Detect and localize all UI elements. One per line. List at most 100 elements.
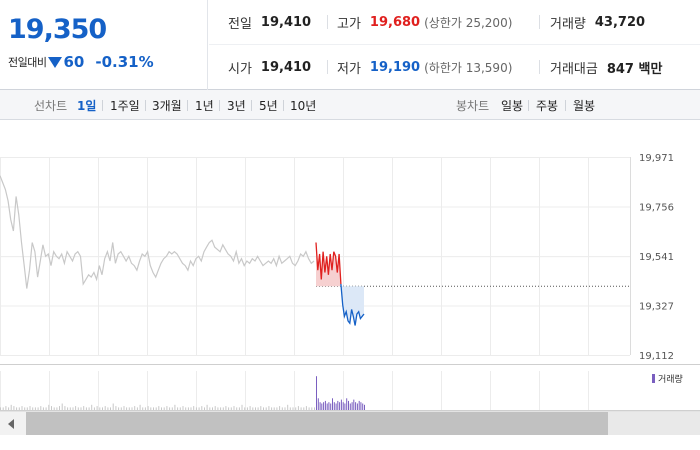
scroll-track[interactable] [608,412,700,435]
volume-bar-today [330,403,332,410]
volume-bar [193,406,195,410]
prev-close: 전일 19,410 [228,13,311,32]
prev-close-value: 19,410 [260,14,312,30]
volume-bar [37,407,39,410]
volume-bar [24,407,26,410]
chart-scrollbar[interactable] [0,411,700,435]
volume-bar [174,404,176,410]
divider [539,60,540,74]
period-3m[interactable]: 3개월 [152,97,182,114]
volume-bar [214,406,216,410]
period-1d[interactable]: 1일 [77,97,96,114]
volume-bar [241,404,243,410]
volume-bar-today [321,403,323,410]
low-label: 저가 [337,62,361,77]
volume-bar [45,407,47,410]
volume-bar [257,407,259,410]
volume-bar [225,406,227,410]
volume-bar [56,407,58,410]
volume-bar [161,407,162,410]
volume-bar [220,407,222,410]
open: 시가 19,410 [228,58,311,77]
volume-bar [263,407,264,410]
volume-bar [29,406,31,410]
volume-bar [295,407,297,410]
volume-bar [246,407,248,410]
volume-bar [166,406,168,410]
volume-bar [308,407,310,410]
volume-bar [142,407,144,410]
divider [283,100,284,111]
volume-bar [190,407,192,410]
candle-daily[interactable]: 일봉 [501,97,523,114]
volume-bar [236,407,238,410]
volume-bar-today [349,403,351,410]
volume-bar-today [316,376,317,410]
volume-bar [61,403,63,410]
volume-bar [297,406,299,410]
period-1w[interactable]: 1주일 [110,97,140,114]
quote-header: 19,350 전일대비 60 -0.31% 전일 19,410 고가 19,68… [0,0,700,90]
change-row: 전일대비 60 -0.31% [8,53,154,71]
volume-bar [182,406,184,410]
volume-bar-today [360,402,362,410]
candle-weekly[interactable]: 주봉 [536,97,558,114]
period-1y[interactable]: 1년 [195,97,214,114]
prev-close-label: 전일 [228,16,252,32]
volume-bar [206,404,208,410]
volume-bar [48,404,50,410]
volume-bar [303,407,305,410]
change-value: 60 [63,53,85,71]
price-chart: 19,971 19,756 19,541 19,327 19,112 거래량 [0,153,700,411]
divider [251,100,252,111]
upper-limit: (상한가 25,200) [424,15,513,30]
volume-bar [18,407,20,410]
period-5y[interactable]: 5년 [259,97,278,114]
volume-bar-today [326,403,328,410]
period-10y[interactable]: 10년 [290,97,316,114]
volume-bar [255,407,256,410]
volume-bar-today [344,403,346,410]
open-label: 시가 [228,62,252,77]
volume-bar [8,407,10,410]
volume-bar-today [337,400,339,410]
volume-bar [120,407,122,410]
volume-bar [177,407,179,410]
volume-bar [75,406,77,410]
volume-bar [311,407,313,410]
volume-bar [53,407,55,410]
volume-bar [144,407,146,410]
volume-bar [305,406,307,410]
volume-legend-label: 거래량 [658,373,683,385]
volume-value: 43,720 [594,14,646,30]
volume-bar [42,407,44,410]
open-value: 19,410 [260,60,312,75]
volume-bar-today [355,402,357,410]
volume-bar [265,407,267,410]
volume-bar [69,407,71,410]
period-3y[interactable]: 3년 [227,97,246,114]
stats-row-1: 전일 19,410 고가 19,680 (상한가 25,200) 거래량 43,… [209,0,700,45]
y-tick-label: 19,327 [639,301,674,312]
volume-bar [126,407,128,410]
volume-bar [102,407,103,410]
lower-limit: (하한가 13,590) [424,61,513,75]
volume-bar-today [323,402,325,410]
amount-value: 847 백만 [606,62,663,77]
volume-bar [0,407,1,410]
volume-bar [88,407,90,410]
volume-bar [195,407,197,410]
divider [102,100,103,111]
y-tick-label: 19,756 [639,203,674,214]
scroll-left-icon[interactable] [8,419,14,429]
volume-bar-today [356,403,358,410]
volume-bar [21,406,23,410]
volume-bar [212,407,213,410]
volume-bar [300,407,302,410]
volume-bar [10,404,12,410]
volume-bar [271,407,273,410]
volume-bar [230,407,232,410]
candle-monthly[interactable]: 월봉 [573,97,595,114]
volume-bar [228,407,230,410]
scroll-thumb[interactable] [26,412,608,435]
